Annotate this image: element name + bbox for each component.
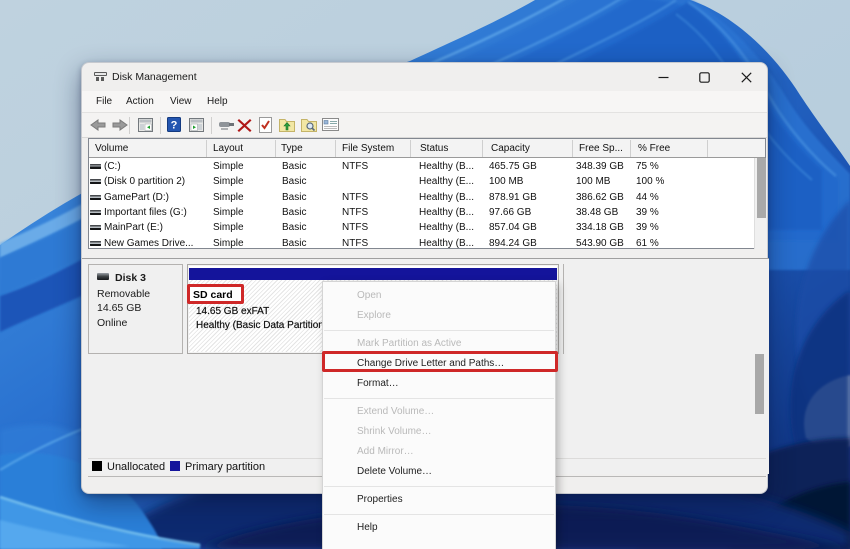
svg-text:?: ?	[171, 120, 178, 132]
